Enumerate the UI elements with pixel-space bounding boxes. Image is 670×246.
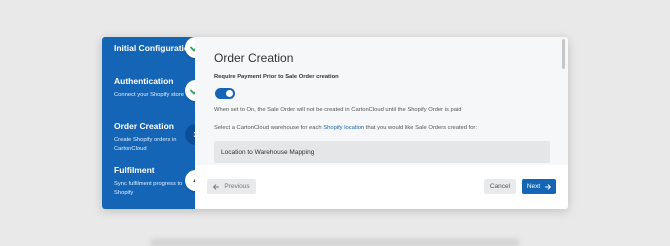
- cancel-button[interactable]: Cancel: [484, 179, 516, 194]
- instruction-text: that you would like Sale Orders created …: [364, 125, 477, 131]
- page-title: Order Creation: [214, 51, 294, 65]
- warehouse-instruction: Select a CartonCloud warehouse for each …: [214, 125, 477, 131]
- wizard-sidebar: Initial Configuration Authentication Con…: [102, 37, 195, 209]
- step-authentication: Authentication Connect your Shopify stor…: [114, 76, 194, 100]
- payment-requirement-help: When set to On, the Sale Order will not …: [214, 107, 462, 113]
- step-description: Connect your Shopify store: [114, 92, 184, 98]
- wizard-footer: Previous Cancel Next: [195, 165, 568, 209]
- step-title: Initial Configuration: [114, 43, 195, 53]
- step-title: Fulfilment: [114, 165, 155, 175]
- step-title: Authentication: [114, 76, 174, 86]
- step-fulfilment: Fulfilment Sync fulfilment progress to S…: [114, 165, 194, 197]
- instruction-text: Select a CartonCloud warehouse for each: [214, 125, 324, 131]
- arrow-right-icon: [545, 183, 552, 190]
- step-order-creation: Order Creation Create Shopify orders in …: [114, 121, 194, 153]
- previous-label: Previous: [224, 183, 250, 190]
- previous-button[interactable]: Previous: [207, 179, 256, 194]
- cancel-label: Cancel: [489, 183, 511, 190]
- step-description: Sync fulfilment progress to Shopify: [114, 181, 183, 196]
- payment-requirement-toggle[interactable]: [215, 88, 235, 99]
- scrollbar[interactable]: [562, 39, 565, 69]
- page-shadow: [150, 238, 520, 246]
- shopify-location-link[interactable]: Shopify location: [323, 125, 364, 131]
- next-label: Next: [526, 183, 541, 190]
- next-button[interactable]: Next: [522, 179, 556, 194]
- step-title: Order Creation: [114, 121, 174, 131]
- location-mapping-header: Location to Warehouse Mapping: [214, 141, 550, 163]
- arrow-left-icon: [213, 183, 220, 190]
- toggle-knob: [226, 90, 233, 97]
- payment-requirement-label: Require Payment Prior to Sale Order crea…: [214, 74, 339, 80]
- step-initial-configuration: Initial Configuration: [114, 43, 194, 54]
- step-description: Create Shopify orders in CartonCloud: [114, 137, 177, 152]
- step-content: Order Creation Require Payment Prior to …: [195, 37, 568, 165]
- setup-wizard-modal: Initial Configuration Authentication Con…: [102, 37, 568, 209]
